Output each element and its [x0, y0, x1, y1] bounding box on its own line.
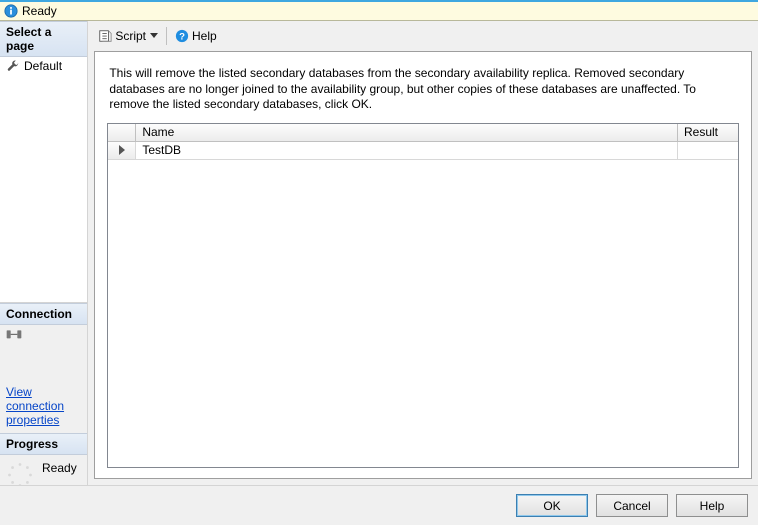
right-panel: Script ? Help This will remove the liste…	[88, 21, 758, 485]
page-list: Default	[0, 57, 87, 303]
row-selector[interactable]	[108, 142, 136, 159]
connection-area: View connection properties	[0, 325, 87, 433]
view-connection-properties-link[interactable]: View connection properties	[6, 385, 87, 427]
left-panel: Select a page Default Connection View co…	[0, 21, 88, 485]
progress-header: Progress	[0, 433, 87, 455]
table-row[interactable]: TestDB	[108, 142, 738, 160]
connection-header: Connection	[0, 303, 87, 325]
row-indicator-icon	[118, 145, 126, 155]
cell-result	[678, 142, 738, 159]
help-icon: ?	[175, 29, 189, 43]
server-connection-icon	[6, 329, 22, 341]
description-text: This will remove the listed secondary da…	[107, 66, 739, 113]
dialog-window: Ready Select a page Default Connection	[0, 0, 758, 525]
status-text: Ready	[22, 4, 57, 18]
help-button-toolbar[interactable]: ? Help	[171, 27, 221, 45]
status-bar: Ready	[0, 2, 758, 21]
script-icon	[98, 29, 112, 43]
toolbar-separator	[166, 27, 167, 45]
script-dropdown[interactable]: Script	[94, 27, 162, 45]
svg-text:?: ?	[179, 32, 185, 43]
ok-button[interactable]: OK	[516, 494, 588, 517]
content-box: This will remove the listed secondary da…	[94, 51, 752, 479]
progress-text: Ready	[42, 461, 77, 475]
column-result[interactable]: Result	[678, 124, 738, 141]
column-name[interactable]: Name	[136, 124, 678, 141]
chevron-down-icon	[150, 33, 158, 39]
page-item-default[interactable]: Default	[0, 57, 87, 77]
column-selector[interactable]	[108, 124, 136, 141]
wrench-icon	[6, 59, 20, 73]
grid-header: Name Result	[108, 124, 738, 142]
cancel-button[interactable]: Cancel	[596, 494, 668, 517]
help-button[interactable]: Help	[676, 494, 748, 517]
databases-grid: Name Result TestDB	[107, 123, 739, 468]
page-item-label: Default	[24, 59, 62, 73]
script-label: Script	[115, 29, 146, 43]
select-page-header: Select a page	[0, 21, 87, 57]
cell-name: TestDB	[136, 142, 678, 159]
toolbar: Script ? Help	[94, 25, 752, 51]
button-bar: OK Cancel Help	[0, 485, 758, 525]
help-label: Help	[192, 29, 217, 43]
info-icon	[4, 4, 18, 18]
